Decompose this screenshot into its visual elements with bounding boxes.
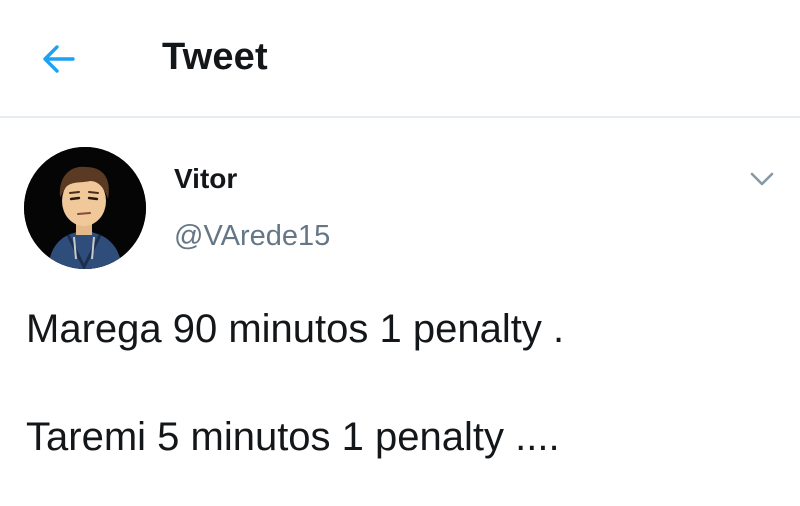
tweet-text: Marega 90 minutos 1 penalty . Taremi 5 m… <box>26 302 786 464</box>
back-button[interactable] <box>34 34 84 84</box>
tweet-line: Marega 90 minutos 1 penalty . <box>26 307 565 351</box>
cartoon-avatar-icon <box>24 147 146 269</box>
top-bar: Tweet <box>0 0 800 118</box>
display-name[interactable]: Vitor <box>174 163 237 195</box>
tweet-line: Taremi 5 minutos 1 penalty .... <box>26 415 560 459</box>
user-handle[interactable]: @VArede15 <box>174 220 330 253</box>
tweet-line-break <box>26 356 786 410</box>
page-title: Tweet <box>162 36 268 78</box>
chevron-down-icon <box>750 172 774 186</box>
arrow-left-icon <box>43 45 75 73</box>
tweet-menu-button[interactable] <box>746 166 778 192</box>
avatar[interactable] <box>24 147 146 269</box>
